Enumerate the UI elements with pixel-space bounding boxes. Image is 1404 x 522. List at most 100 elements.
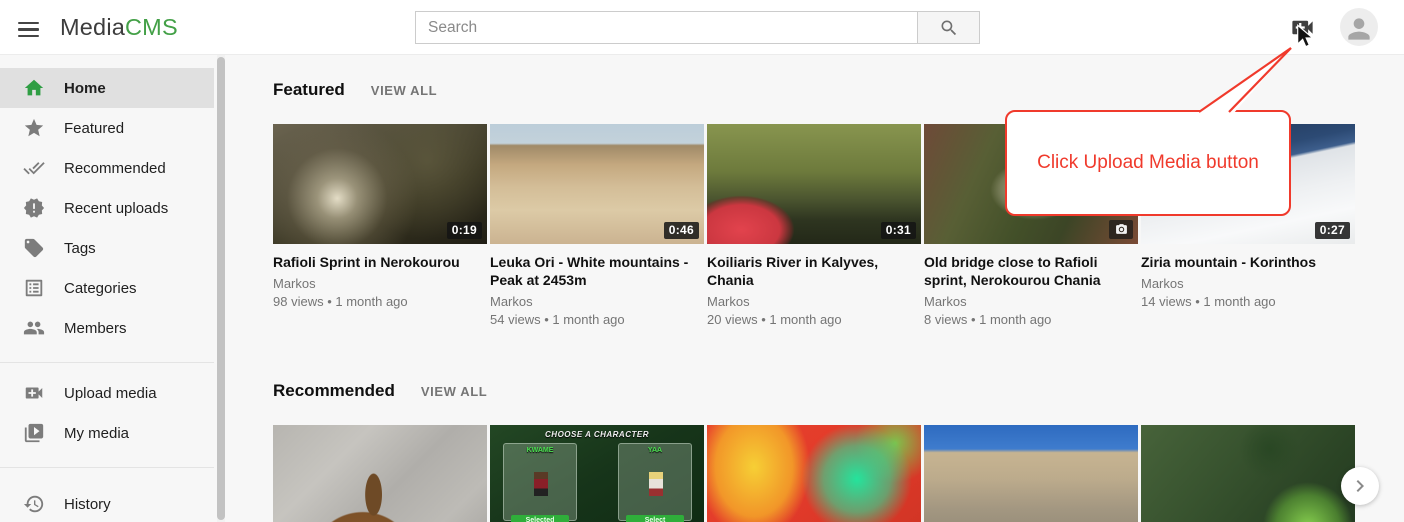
top-bar: MediaCMS [0, 0, 1404, 55]
sidebar-item-tags[interactable]: Tags [0, 228, 214, 268]
sidebar-item-label: My media [64, 425, 129, 442]
video-thumbnail[interactable] [273, 425, 487, 522]
section-title: Featured [273, 80, 345, 100]
logo-cms-text: CMS [125, 14, 178, 41]
chevron-right-icon [1348, 474, 1372, 498]
carousel-next-button[interactable] [1341, 467, 1379, 505]
app-logo[interactable]: MediaCMS [60, 0, 178, 55]
sidebar-item-members[interactable]: Members [0, 308, 214, 348]
logo-media-text: Media [60, 14, 125, 41]
home-icon [22, 76, 46, 100]
media-card [707, 425, 921, 522]
recommended-section: Recommended VIEW ALL CHOOSE A CHARACTER … [273, 381, 1404, 522]
duration-badge: 0:19 [447, 222, 482, 239]
sidebar-item-categories[interactable]: Categories [0, 268, 214, 308]
duration-badge: 0:31 [881, 222, 916, 239]
sidebar-item-label: Featured [64, 120, 124, 137]
media-card [273, 425, 487, 522]
video-thumbnail[interactable] [924, 425, 1138, 522]
sidebar-item-label: Tags [64, 240, 96, 257]
sidebar: Home Featured Recommended Recent uploads… [0, 55, 226, 522]
video-thumbnail[interactable]: 0:19 [273, 124, 487, 244]
media-meta: 14 views • 1 month ago [1141, 293, 1355, 311]
sidebar-item-upload-media[interactable]: Upload media [0, 373, 214, 413]
sidebar-item-label: Upload media [64, 385, 157, 402]
photo-camera-icon [1115, 223, 1128, 236]
game-character-sprite [649, 472, 663, 496]
annotation-tooltip: Click Upload Media button [1005, 110, 1291, 216]
search-input[interactable] [415, 11, 918, 44]
view-all-link[interactable]: VIEW ALL [371, 83, 437, 98]
search-icon [939, 18, 959, 38]
sidebar-scrollbar-thumb[interactable] [217, 57, 225, 520]
video-thumbnail[interactable]: 0:31 [707, 124, 921, 244]
media-author[interactable]: Markos [1141, 275, 1355, 293]
done-all-icon [22, 156, 46, 180]
sidebar-item-home[interactable]: Home [0, 68, 214, 108]
sidebar-item-label: Home [64, 80, 106, 97]
video-call-icon [22, 381, 46, 405]
media-author[interactable]: Markos [924, 293, 1138, 311]
upload-media-button[interactable] [1288, 14, 1316, 42]
media-card-row: CHOOSE A CHARACTER KWAME YAA Selected Se… [273, 425, 1404, 522]
media-card: 0:19 Rafioli Sprint in Nerokourou Markos… [273, 124, 487, 329]
media-title[interactable]: Old bridge close to Rafioli sprint, Nero… [924, 253, 1138, 289]
user-avatar-button[interactable] [1340, 8, 1378, 46]
people-icon [22, 316, 46, 340]
menu-button[interactable] [16, 16, 40, 40]
section-title: Recommended [273, 381, 395, 401]
video-thumbnail[interactable] [1141, 425, 1355, 522]
media-meta: 98 views • 1 month ago [273, 293, 487, 311]
sidebar-item-featured[interactable]: Featured [0, 108, 214, 148]
media-title[interactable]: Rafioli Sprint in Nerokourou [273, 253, 487, 271]
thumbnail-overlay-text: KWAME [504, 447, 576, 454]
video-library-icon [22, 421, 46, 445]
history-icon [22, 492, 46, 516]
media-title[interactable]: Ziria mountain - Korinthos [1141, 253, 1355, 271]
game-character-sprite [534, 472, 548, 496]
person-icon [1343, 13, 1375, 45]
sidebar-item-label: Recommended [64, 160, 166, 177]
video-thumbnail[interactable]: CHOOSE A CHARACTER KWAME YAA Selected Se… [490, 425, 704, 522]
sidebar-item-recommended[interactable]: Recommended [0, 148, 214, 188]
sidebar-item-label: History [64, 496, 111, 513]
thumbnail-overlay-panel: YAA [618, 443, 692, 521]
media-title[interactable]: Koiliaris River in Kalyves, Chania [707, 253, 921, 289]
media-card: CHOOSE A CHARACTER KWAME YAA Selected Se… [490, 425, 704, 522]
thumbnail-overlay-text: CHOOSE A CHARACTER [490, 430, 704, 439]
video-call-icon [1289, 14, 1316, 41]
sidebar-item-label: Members [64, 320, 127, 337]
media-author[interactable]: Markos [273, 275, 487, 293]
tag-icon [22, 236, 46, 260]
thumbnail-overlay-text: Selected [511, 515, 569, 522]
sidebar-item-history[interactable]: History [0, 484, 214, 522]
image-badge [1109, 220, 1133, 239]
hamburger-icon [18, 22, 39, 24]
list-alt-icon [22, 276, 46, 300]
view-all-link[interactable]: VIEW ALL [421, 384, 487, 399]
media-author[interactable]: Markos [490, 293, 704, 311]
media-meta: 54 views • 1 month ago [490, 311, 704, 329]
star-icon [22, 116, 46, 140]
media-author[interactable]: Markos [707, 293, 921, 311]
media-title[interactable]: Leuka Ori - White mountains - Peak at 24… [490, 253, 704, 289]
media-card: 0:31 Koiliaris River in Kalyves, Chania … [707, 124, 921, 329]
sidebar-item-label: Categories [64, 280, 137, 297]
sidebar-item-label: Recent uploads [64, 200, 168, 217]
thumbnail-overlay-panel: KWAME [503, 443, 577, 521]
video-thumbnail[interactable] [707, 425, 921, 522]
media-meta: 20 views • 1 month ago [707, 311, 921, 329]
search-button[interactable] [917, 11, 980, 44]
video-thumbnail[interactable]: 0:46 [490, 124, 704, 244]
annotation-text: Click Upload Media button [1037, 152, 1259, 174]
thumbnail-overlay-text: YAA [619, 447, 691, 454]
duration-badge: 0:27 [1315, 222, 1350, 239]
sidebar-item-my-media[interactable]: My media [0, 413, 214, 453]
section-header: Featured VIEW ALL [273, 55, 1404, 100]
media-card [924, 425, 1138, 522]
new-releases-icon [22, 196, 46, 220]
media-meta: 8 views • 1 month ago [924, 311, 1138, 329]
section-header: Recommended VIEW ALL [273, 381, 1404, 401]
sidebar-item-recent-uploads[interactable]: Recent uploads [0, 188, 214, 228]
thumbnail-overlay-text: Select [626, 515, 684, 522]
